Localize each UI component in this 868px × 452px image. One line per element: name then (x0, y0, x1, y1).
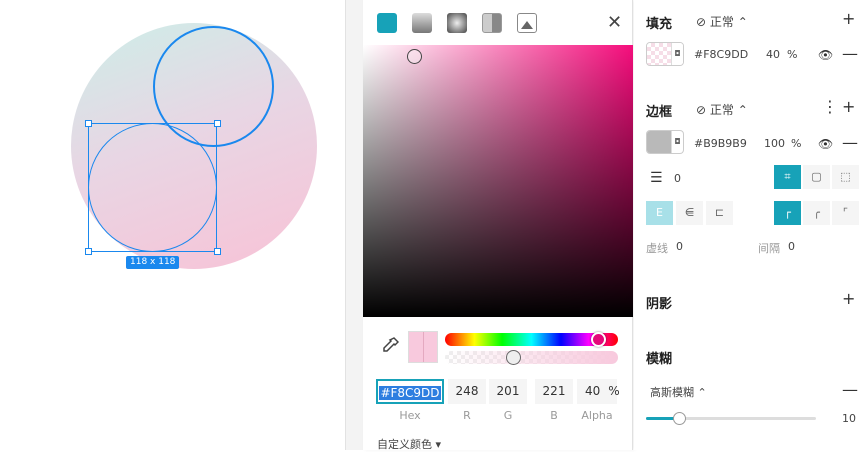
g-label: G (503, 409, 513, 422)
border-opacity-unit: % (791, 137, 802, 150)
stroke-width-icon: ☰ (650, 170, 663, 186)
size-badge: 118 x 118 (126, 256, 180, 269)
fill-title: 填充 (646, 17, 673, 32)
dash-label: 虚线 (646, 242, 668, 255)
border-outer-button[interactable]: ⬚ (832, 165, 859, 189)
image-fill-tab[interactable] (517, 13, 537, 33)
border-hex[interactable]: #B9B9B9 (694, 137, 747, 150)
selection-box (88, 123, 217, 252)
resize-handle-bl[interactable] (85, 248, 92, 255)
remove-fill-icon[interactable]: — (842, 46, 858, 62)
fill-swatch[interactable]: ◘ (646, 42, 684, 66)
eye-icon[interactable]: 👁 (818, 136, 833, 152)
gap-label: 间隔 (758, 242, 780, 255)
hex-label: Hex (399, 409, 421, 422)
add-border-icon[interactable]: + (842, 99, 855, 115)
saturation-value-area[interactable] (363, 45, 633, 317)
hex-input[interactable]: #F8C9DD (376, 379, 444, 404)
resize-handle-tl[interactable] (85, 120, 92, 127)
border-corner-button[interactable]: ▢ (803, 165, 830, 189)
design-canvas[interactable]: 118 x 118 (0, 0, 345, 450)
close-icon[interactable]: ✕ (607, 13, 622, 33)
fill-hex[interactable]: #F8C9DD (694, 48, 748, 61)
blend-icon: ⊘ (696, 15, 707, 29)
fill-opacity-unit: % (787, 48, 798, 61)
alpha-slider-thumb[interactable] (506, 350, 521, 365)
blur-title: 模糊 (646, 352, 673, 367)
shadow-title: 阴影 (646, 297, 673, 312)
b-label: B (550, 409, 558, 422)
more-icon[interactable]: ⋮ (822, 99, 838, 115)
alpha-slider[interactable] (445, 351, 618, 364)
angular-gradient-tab[interactable] (482, 13, 502, 33)
join-miter-button[interactable]: ┌ (774, 201, 801, 225)
eyedropper-icon[interactable] (381, 337, 400, 360)
solid-fill-tab[interactable] (377, 13, 397, 33)
fill-blend-dropdown[interactable]: ⊘ 正常 ⌃ (696, 13, 748, 30)
border-swatch[interactable]: ◘ (646, 130, 684, 154)
gap-value[interactable]: 0 (788, 240, 795, 253)
join-round-button[interactable]: ╭ (803, 201, 830, 225)
properties-panel: 填充 ⊘ 正常 ⌃ + ◘ #F8C9DD 40 % 👁 — 边框 ⊘ 正常 ⌃… (634, 0, 868, 450)
border-all-button[interactable]: ⌗ (774, 165, 801, 189)
swatch-tab-icon: ◘ (671, 131, 683, 153)
color-cursor[interactable] (407, 49, 422, 64)
resize-handle-br[interactable] (214, 248, 221, 255)
align-outside-button[interactable]: ⊏ (706, 201, 733, 225)
blur-type-dropdown[interactable]: 高斯模糊 ⌃ (650, 384, 707, 400)
alpha-label: Alpha (581, 409, 613, 422)
align-center-button[interactable]: ⋹ (676, 201, 703, 225)
swatch-tab-icon: ◘ (671, 43, 683, 65)
remove-border-icon[interactable]: — (842, 135, 858, 151)
dash-value[interactable]: 0 (676, 240, 683, 253)
border-title: 边框 (646, 105, 673, 120)
stroke-width[interactable]: 0 (674, 172, 681, 185)
b-input[interactable]: 221 (535, 379, 573, 404)
fill-opacity[interactable]: 40 (766, 48, 780, 61)
blend-icon: ⊘ (696, 103, 707, 117)
panel-divider (345, 0, 363, 450)
resize-handle-tr[interactable] (214, 120, 221, 127)
g-input[interactable]: 201 (489, 379, 527, 404)
color-preview (408, 331, 438, 363)
alpha-input[interactable]: 40% (577, 379, 620, 404)
linear-gradient-tab[interactable] (412, 13, 432, 33)
eye-icon[interactable]: 👁 (818, 47, 833, 63)
border-blend-dropdown[interactable]: ⊘ 正常 ⌃ (696, 101, 748, 118)
radial-gradient-tab[interactable] (447, 13, 467, 33)
hue-slider-thumb[interactable] (591, 332, 606, 347)
add-fill-icon[interactable]: + (842, 11, 855, 27)
align-inside-button[interactable]: E (646, 201, 673, 225)
r-input[interactable]: 248 (448, 379, 486, 404)
r-label: R (463, 409, 471, 422)
color-picker-popup: ✕ #F8C9DD 248 201 221 40% Hex R G B Alph… (363, 0, 633, 451)
add-shadow-icon[interactable]: + (842, 291, 855, 307)
blur-value[interactable]: 10 (842, 412, 856, 425)
border-opacity[interactable]: 100 (764, 137, 785, 150)
join-bevel-button[interactable]: ⌜ (832, 201, 859, 225)
remove-blur-icon[interactable]: — (842, 382, 858, 398)
blur-slider-thumb[interactable] (673, 412, 686, 425)
